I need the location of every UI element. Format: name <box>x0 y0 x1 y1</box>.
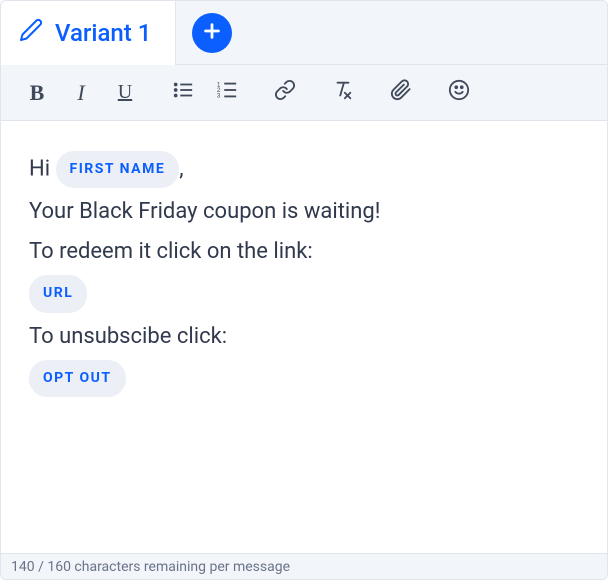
text: , <box>179 156 183 181</box>
char-hint: characters remaining per message <box>74 559 290 575</box>
clear-format-icon <box>332 79 354 106</box>
bullet-list-button[interactable] <box>161 71 205 115</box>
numbered-list-button[interactable]: 123 <box>205 71 249 115</box>
emoji-icon <box>448 79 470 106</box>
clear-formatting-button[interactable] <box>321 71 365 115</box>
merge-tag-opt-out[interactable]: Opt Out <box>29 360 126 397</box>
numbered-list-icon: 123 <box>216 79 238 106</box>
char-counter: 140 / 160 <box>11 559 71 575</box>
text: Hi <box>29 156 56 181</box>
tab-variant-1[interactable]: Variant 1 <box>1 1 176 65</box>
editor-line: To unsubscibe click: <box>29 317 579 357</box>
link-icon <box>274 79 296 106</box>
status-bar: 140 / 160 characters remaining per messa… <box>1 553 607 579</box>
pencil-icon <box>19 18 43 48</box>
plus-icon <box>201 20 223 46</box>
merge-tag-url[interactable]: URL <box>29 275 87 312</box>
formatting-toolbar: B I U 123 <box>1 65 607 121</box>
link-button[interactable] <box>263 71 307 115</box>
editor-line: Opt Out <box>29 356 579 401</box>
editor-line: URL <box>29 271 579 316</box>
merge-tag-first-name[interactable]: First Name <box>56 151 180 188</box>
paperclip-icon <box>390 79 412 106</box>
svg-text:3: 3 <box>217 92 221 99</box>
editor-line: To redeem it click on the link: <box>29 232 579 272</box>
bullet-list-icon <box>172 79 194 106</box>
message-editor[interactable]: Hi First Name, Your Black Friday coupon … <box>1 121 607 553</box>
emoji-button[interactable] <box>437 71 481 115</box>
editor-line: Hi First Name, <box>29 147 579 192</box>
tab-bar: Variant 1 <box>1 1 607 65</box>
editor-line: Your Black Friday coupon is waiting! <box>29 192 579 232</box>
tab-label: Variant 1 <box>55 19 151 47</box>
message-editor-app: Variant 1 B I U 123 <box>0 0 608 580</box>
bold-button[interactable]: B <box>15 71 59 115</box>
italic-button[interactable]: I <box>59 71 103 115</box>
attachment-button[interactable] <box>379 71 423 115</box>
add-variant-button[interactable] <box>192 13 232 53</box>
underline-button[interactable]: U <box>103 71 147 115</box>
